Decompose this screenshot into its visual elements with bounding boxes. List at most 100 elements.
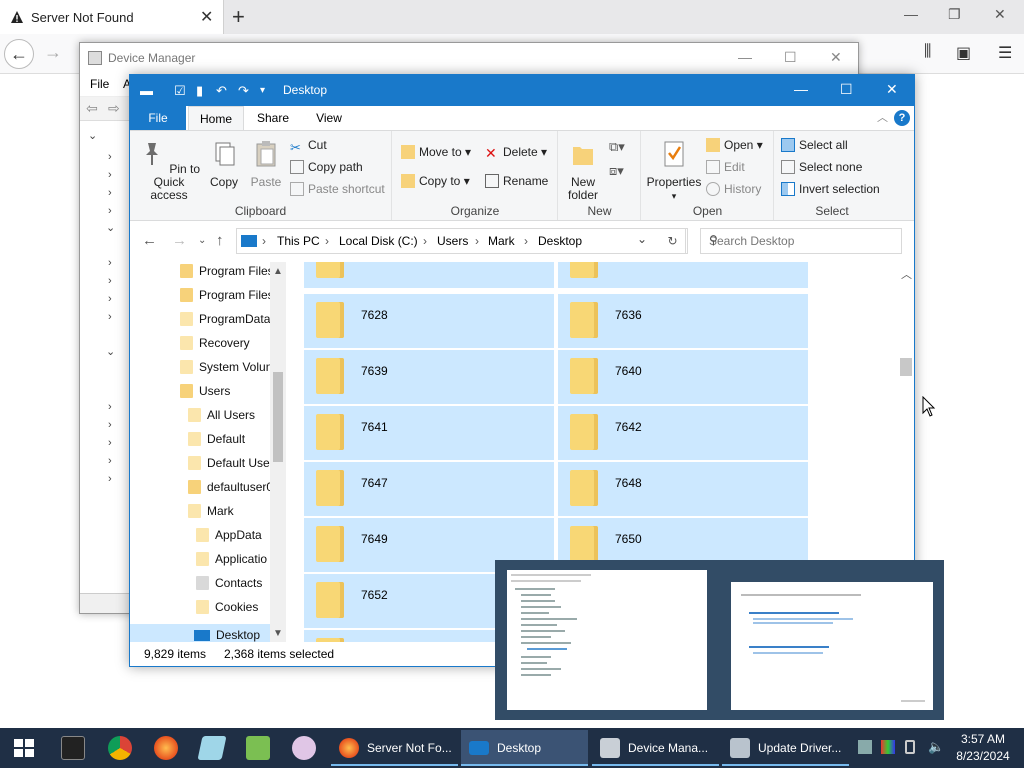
copy-path-button[interactable]: Copy path: [290, 160, 363, 174]
explorer-maximize-button[interactable]: ☐: [840, 81, 853, 98]
scroll-down-icon[interactable]: ▼: [273, 628, 283, 639]
folder-tile[interactable]: 7640: [558, 350, 808, 404]
select-all-button[interactable]: Select all: [781, 138, 848, 152]
nav-item[interactable]: Applicatio: [196, 552, 267, 576]
close-tab-icon[interactable]: ✕: [200, 7, 213, 27]
color-app-icon[interactable]: [881, 740, 895, 754]
forward-button[interactable]: →: [44, 42, 62, 63]
search-box[interactable]: Search Desktop ⚲: [700, 228, 902, 254]
nav-item[interactable]: AppData: [196, 528, 262, 552]
browser-close-button[interactable]: ✕: [994, 6, 1006, 23]
tree-expander-icon[interactable]: ⌄: [88, 129, 97, 142]
back-arrow-icon[interactable]: ←: [142, 232, 157, 249]
folder-tile[interactable]: 7642: [558, 406, 808, 460]
nav-item[interactable]: Cookies: [196, 600, 258, 624]
redo-icon[interactable]: ↷: [238, 83, 249, 99]
breadcrumb-desktop[interactable]: Desktop: [538, 234, 582, 248]
new-folder-quick-icon[interactable]: ▮: [196, 83, 203, 99]
folder-tile[interactable]: 7639: [304, 350, 554, 404]
nav-item[interactable]: Default: [188, 432, 245, 456]
explorer-close-button[interactable]: ✕: [886, 81, 898, 98]
move-to-button[interactable]: Move to ▾: [401, 145, 471, 159]
breadcrumb-local-disk[interactable]: Local Disk (C:): [339, 234, 418, 248]
tree-expander-icon[interactable]: ›: [108, 419, 112, 431]
collapse-ribbon-icon[interactable]: ︿: [877, 109, 888, 125]
tree-expander-icon[interactable]: ›: [108, 455, 112, 467]
folder-tile[interactable]: 7647: [304, 462, 554, 516]
dm-menu-file[interactable]: File: [90, 77, 109, 91]
nav-item-desktop[interactable]: Desktop: [130, 624, 270, 644]
folder-tile[interactable]: 7636: [558, 294, 808, 348]
nav-item[interactable]: defaultuser0: [188, 480, 273, 504]
copy-button[interactable]: Copy: [204, 139, 244, 189]
tab-view[interactable]: View: [304, 106, 354, 130]
taskbar-firefox[interactable]: Server Not Fo...: [331, 730, 458, 766]
tree-expander-icon[interactable]: ›: [108, 151, 112, 163]
nav-scroll-thumb[interactable]: [273, 372, 283, 462]
browser-restore-button[interactable]: ❐: [948, 6, 961, 23]
open-button[interactable]: Open ▾: [706, 138, 763, 152]
tree-expander-icon[interactable]: ›: [108, 293, 112, 305]
firefox-icon[interactable]: [154, 736, 178, 760]
tree-expander-icon[interactable]: ›: [108, 311, 112, 323]
edit-button[interactable]: Edit: [706, 160, 745, 174]
dm-close-button[interactable]: ✕: [830, 49, 842, 66]
nav-item[interactable]: Contacts: [196, 576, 262, 600]
invert-selection-button[interactable]: Invert selection: [781, 182, 880, 196]
dm-forward-icon[interactable]: ⇨: [108, 100, 120, 117]
tree-expander-icon[interactable]: ›: [108, 187, 112, 199]
breadcrumb-this-pc[interactable]: This PC: [277, 234, 320, 248]
new-tab-button[interactable]: +: [232, 4, 245, 30]
tree-expander-icon[interactable]: ›: [108, 205, 112, 217]
nav-item[interactable]: Default User: [188, 456, 274, 480]
tab-share[interactable]: Share: [248, 106, 298, 130]
paste-button[interactable]: Paste: [246, 139, 286, 189]
copy-to-button[interactable]: Copy to ▾: [401, 174, 470, 188]
forward-arrow-icon[interactable]: →: [172, 232, 187, 249]
chart-app-icon[interactable]: [246, 736, 270, 760]
taskbar-update-drivers[interactable]: Update Driver...: [722, 730, 849, 766]
folder-tile[interactable]: 7641: [304, 406, 554, 460]
nav-item[interactable]: ProgramData: [180, 312, 270, 336]
paste-shortcut-button[interactable]: Paste shortcut: [290, 182, 385, 196]
nav-item[interactable]: All Users: [188, 408, 255, 432]
nav-item[interactable]: Program Files: [180, 264, 274, 288]
folder-tile[interactable]: [558, 262, 808, 288]
chrome-icon[interactable]: [108, 736, 132, 760]
help-icon[interactable]: ?: [894, 110, 910, 126]
system-clock[interactable]: 3:57 AM 8/23/2024: [952, 731, 1014, 765]
tree-expander-icon[interactable]: ›: [108, 257, 112, 269]
volume-muted-icon[interactable]: 🔈: [928, 739, 944, 754]
file-list-scrollbar[interactable]: ︿: [898, 262, 914, 562]
taskbar-explorer[interactable]: Desktop: [461, 730, 588, 766]
explorer-minimize-button[interactable]: —: [794, 81, 808, 97]
nav-item[interactable]: Users: [180, 384, 230, 408]
tree-expander-icon[interactable]: ›: [108, 437, 112, 449]
folder-tile[interactable]: [304, 262, 554, 288]
nav-item[interactable]: Program Files: [180, 288, 274, 312]
dm-back-icon[interactable]: ⇦: [86, 100, 98, 117]
nav-item[interactable]: Mark: [188, 504, 234, 528]
dm-maximize-button[interactable]: ☐: [784, 49, 797, 66]
tree-expander-icon[interactable]: ⌄: [106, 345, 115, 358]
tree-expander-icon[interactable]: ›: [108, 169, 112, 181]
address-bar[interactable]: › This PC › Local Disk (C:) › Users › Ma…: [236, 228, 686, 254]
cut-button[interactable]: ✂ Cut: [290, 138, 327, 155]
folder-tile[interactable]: 7628: [304, 294, 554, 348]
pin-quick-access-button[interactable]: Pin to Quick access: [136, 139, 202, 202]
scroll-up-icon[interactable]: ︿: [901, 266, 912, 282]
notepad-icon[interactable]: [197, 736, 227, 760]
tree-expander-icon[interactable]: ›: [108, 275, 112, 287]
network-icon[interactable]: [858, 740, 872, 754]
breadcrumb-mark[interactable]: Mark: [488, 234, 515, 248]
taskbar-device-manager[interactable]: Device Mana...: [592, 730, 719, 766]
new-item-icon[interactable]: ⧉▾: [609, 139, 625, 155]
nav-item[interactable]: Recovery: [180, 336, 250, 360]
dm-minimize-button[interactable]: —: [738, 49, 752, 65]
new-folder-button[interactable]: New folder: [563, 139, 603, 202]
nav-pane-scrollbar[interactable]: ▲ ▼: [270, 262, 286, 644]
properties-button[interactable]: Properties ▾: [644, 139, 704, 203]
back-button[interactable]: ←: [4, 39, 34, 69]
start-button[interactable]: [14, 739, 34, 757]
properties-quick-icon[interactable]: ☑: [174, 83, 186, 99]
